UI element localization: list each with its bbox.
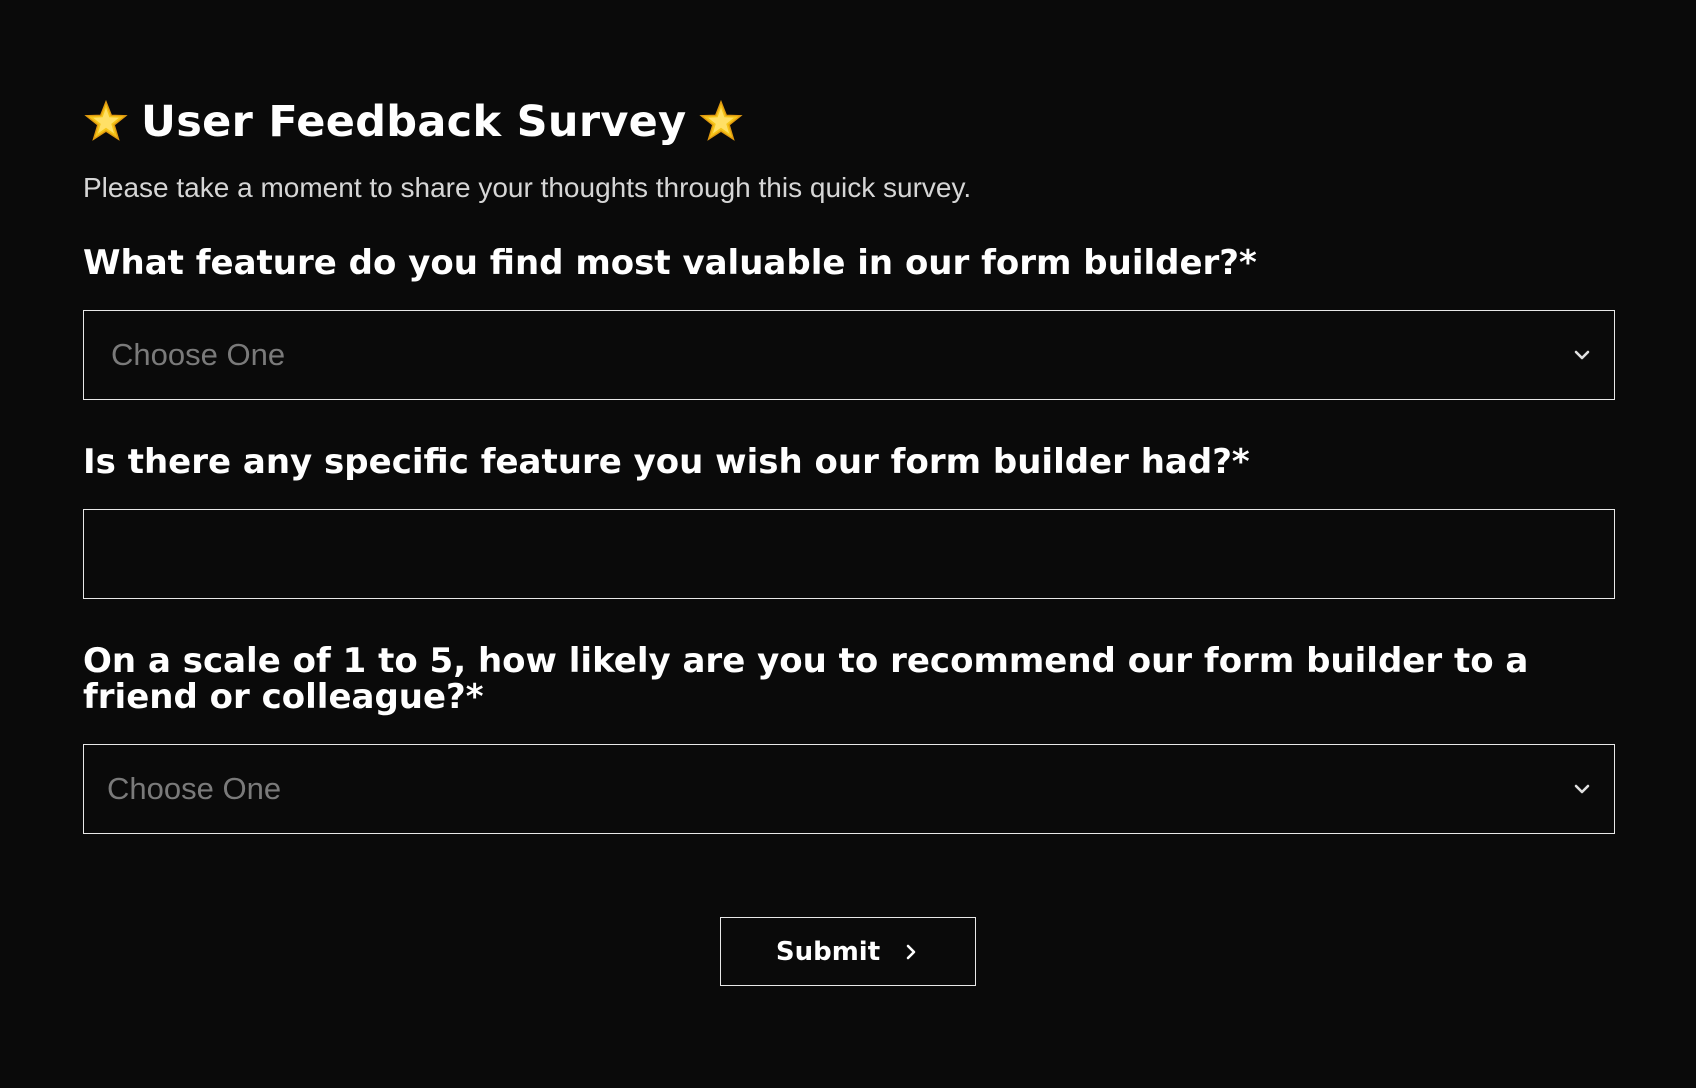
question-1-placeholder: Choose One (111, 337, 286, 372)
submit-button[interactable]: Submit (720, 917, 976, 986)
survey-title-text: User Feedback Survey (141, 97, 687, 147)
survey-title: User Feedback Survey (83, 90, 744, 154)
chevron-down-icon (1574, 350, 1590, 360)
question-1-label: What feature do you find most valuable i… (83, 243, 1257, 283)
question-2-input[interactable] (84, 510, 1614, 598)
submit-label: Submit (775, 936, 881, 967)
question-1-select[interactable]: Choose One (83, 310, 1615, 400)
question-3-label: On a scale of 1 to 5, how likely are you… (83, 641, 1529, 717)
chevron-right-icon (906, 944, 916, 959)
question-3-placeholder: Choose One (107, 771, 282, 806)
survey-subtitle: Please take a moment to share your thoug… (83, 172, 972, 203)
question-2-label: Is there any specific feature you wish o… (83, 442, 1250, 482)
question-2-field (83, 509, 1615, 599)
star-icon (84, 99, 128, 141)
star-icon (699, 99, 744, 141)
chevron-down-icon (1574, 784, 1590, 794)
question-3-select[interactable]: Choose One (83, 744, 1615, 834)
